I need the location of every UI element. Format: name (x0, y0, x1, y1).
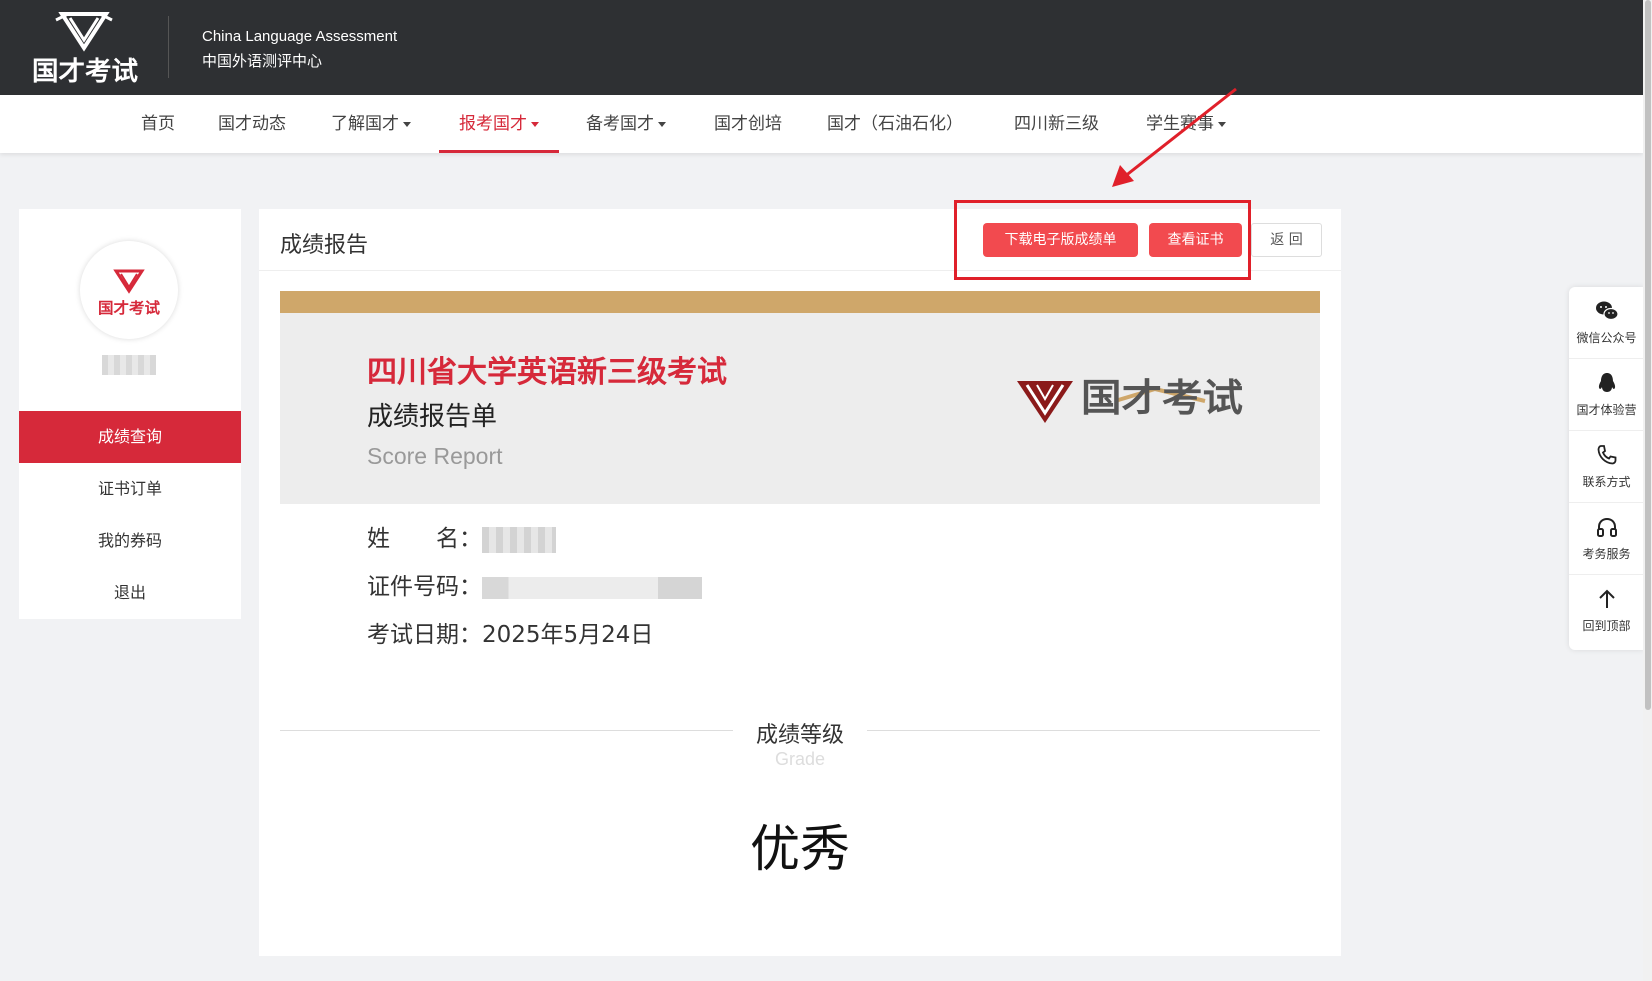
annotation-highlight-box (954, 200, 1251, 280)
float-label-wechat: 微信公众号 (1576, 331, 1637, 345)
chevron-down-icon (658, 121, 666, 127)
grade-value: 优秀 (750, 820, 850, 878)
floating-side-toolbar: 微信公众号 国才体验营 联系方式 考务服务 回到顶部 (1569, 287, 1644, 650)
float-item-top[interactable]: 回到顶部 (1569, 575, 1644, 647)
avatar: 国才考试 (80, 241, 178, 339)
logo-text: 国才考试 (32, 57, 138, 87)
arrow-up-icon (1599, 589, 1615, 608)
float-label-camp: 国才体验营 (1576, 403, 1637, 417)
phone-icon (1597, 445, 1617, 465)
report-subtitle-en: Score Report (367, 443, 503, 469)
info-name-row: 姓 名： (367, 519, 556, 553)
report-subtitle: 成绩报告单 (367, 402, 498, 432)
nav-item-prepare[interactable]: 备考国才 (586, 95, 666, 153)
id-label: 证件号码： (367, 574, 482, 600)
back-button[interactable]: 返 回 (1251, 223, 1322, 257)
sidebar-item-cert-orders[interactable]: 证书订单 (19, 463, 241, 515)
name-value-blurred (482, 526, 556, 553)
logo-divider (168, 16, 169, 78)
float-item-contact[interactable]: 联系方式 (1569, 431, 1644, 503)
float-label-service: 考务服务 (1582, 547, 1631, 561)
nav-item-news[interactable]: 国才动态 (218, 95, 286, 153)
nav-item-sichuan[interactable]: 四川新三级 (1014, 95, 1099, 153)
avatar-logo-icon: 国才考试 (98, 269, 160, 317)
float-label-contact: 联系方式 (1582, 475, 1631, 489)
exam-date: 2025年5月24日 (482, 622, 654, 648)
info-id-row: 证件号码： (367, 567, 702, 601)
score-report-card: 成绩报告 下载电子版成绩单 查看证书 返 回 四川省大学英语新三级考试 成绩报告… (259, 200, 1341, 956)
banner-gold-strip (280, 291, 1320, 313)
nav-item-register[interactable]: 报考国才 (439, 95, 559, 153)
main-nav: 首页 国才动态 了解国才 报考国才 备考国才 国才创培 国才（石油石化） 四川新… (0, 95, 1643, 153)
site-logo[interactable]: 国才考试 (28, 10, 143, 88)
report-banner: 四川省大学英语新三级考试 成绩报告单 Score Report 国才考试 (280, 313, 1320, 504)
sidebar-item-logout[interactable]: 退出 (19, 567, 241, 619)
avatar-logo-text: 国才考试 (98, 299, 160, 317)
user-sidebar: 国才考试 成绩查询 证书订单 我的券码 退出 (19, 209, 241, 619)
float-label-top: 回到顶部 (1582, 619, 1631, 633)
sidebar-item-score[interactable]: 成绩查询 (19, 411, 241, 463)
info-date-row: 考试日期：2025年5月24日 (367, 615, 653, 649)
grade-title-en: Grade (774, 749, 826, 769)
nav-item-home[interactable]: 首页 (141, 95, 175, 153)
nav-item-petro[interactable]: 国才（石油石化） (827, 95, 963, 153)
exam-title: 四川省大学英语新三级考试 (367, 355, 727, 390)
banner-logo-text: 国才考试 (1081, 376, 1243, 420)
grade-title: 成绩等级 (755, 723, 844, 748)
float-item-camp[interactable]: 国才体验营 (1569, 359, 1644, 431)
id-value-blurred (482, 576, 702, 599)
brand-name-en: China Language Assessment (202, 28, 398, 45)
sidebar-item-coupons[interactable]: 我的券码 (19, 515, 241, 567)
banner-logo-icon: 国才考试 (1017, 376, 1243, 423)
date-label: 考试日期： (367, 622, 482, 648)
card-header: 成绩报告 下载电子版成绩单 查看证书 返 回 (259, 200, 1341, 280)
username-blurred (102, 355, 156, 375)
qq-penguin-icon (1598, 373, 1616, 392)
page-scrollbar-thumb[interactable] (1645, 0, 1651, 710)
float-item-service[interactable]: 考务服务 (1569, 503, 1644, 575)
annotation-arrow-icon (1112, 87, 1237, 187)
nav-item-training[interactable]: 国才创培 (714, 95, 782, 153)
wechat-icon (1596, 301, 1619, 321)
headphones-icon (1597, 517, 1617, 537)
chevron-down-icon (403, 121, 411, 127)
float-item-wechat[interactable]: 微信公众号 (1569, 287, 1644, 359)
name-label: 姓 名： (367, 526, 482, 552)
chevron-down-icon (531, 121, 539, 127)
top-header: 国才考试 China Language Assessment 中国外语测评中心 (0, 0, 1643, 95)
brand-name-cn: 中国外语测评中心 (202, 52, 323, 70)
nav-item-about[interactable]: 了解国才 (331, 95, 411, 153)
page-title: 成绩报告 (280, 233, 369, 258)
logo-emblem-icon: 国才考试 (32, 12, 138, 87)
